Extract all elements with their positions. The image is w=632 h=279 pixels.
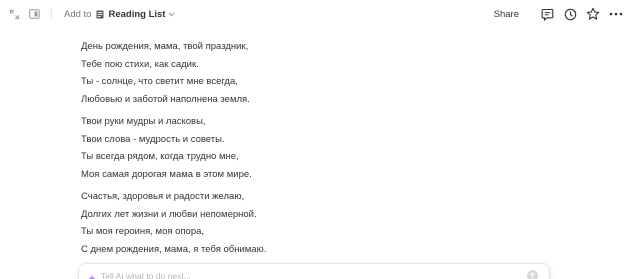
text-line[interactable]: С днем рождения, мама, я тебя обнимаю.	[81, 241, 541, 259]
top-bar-right: Share	[494, 0, 632, 28]
text-line[interactable]: Тебе пою стихи, как садик.	[81, 56, 541, 74]
top-bar: Add to Reading List Share	[0, 0, 632, 28]
text-line[interactable]: Любовью и заботой наполнена земля.	[81, 91, 541, 109]
ai-prompt-input[interactable]	[101, 270, 501, 279]
ai-sparkle-icon	[88, 271, 98, 279]
comments-icon[interactable]	[539, 6, 555, 22]
database-selector[interactable]: Reading List	[95, 9, 175, 20]
database-name: Reading List	[108, 8, 166, 20]
text-line[interactable]: Твои руки мудры и ласковы,	[81, 113, 541, 131]
side-peek-icon[interactable]	[27, 7, 41, 21]
stanza-3[interactable]: Счастья, здоровья и радости желаю, Долги…	[81, 188, 541, 258]
top-bar-left: Add to Reading List	[0, 0, 175, 28]
stanza-1[interactable]: День рождения, мама, твой праздник, Тебе…	[81, 38, 541, 108]
ai-prompt-bar	[79, 264, 549, 279]
send-icon[interactable]	[527, 270, 538, 279]
text-line[interactable]: Ты моя героиня, моя опора,	[81, 223, 541, 241]
text-line[interactable]: Счастья, здоровья и радости желаю,	[81, 188, 541, 206]
text-line[interactable]: Ты - солнце, что светит мне всегда,	[81, 73, 541, 91]
text-line[interactable]: День рождения, мама, твой праздник,	[81, 38, 541, 56]
stanza-2[interactable]: Твои руки мудры и ласковы, Твои слова - …	[81, 113, 541, 183]
text-line[interactable]: Моя самая дорогая мама в этом мире.	[81, 166, 541, 184]
text-line[interactable]: Долгих лет жизни и любви непомерной.	[81, 206, 541, 224]
add-to-label: Add to	[64, 8, 92, 20]
notion-page: Add to Reading List Share День рождения,…	[0, 0, 632, 279]
page-content: День рождения, мама, твой праздник, Тебе…	[81, 38, 541, 277]
more-icon[interactable]	[608, 6, 624, 22]
text-line[interactable]: Ты всегда рядом, когда трудно мне,	[81, 148, 541, 166]
text-line[interactable]: Твои слова - мудрость и советы.	[81, 131, 541, 149]
chevron-down-icon	[168, 12, 175, 17]
updates-clock-icon[interactable]	[562, 6, 578, 22]
share-button[interactable]: Share	[494, 9, 519, 20]
expand-icon[interactable]	[7, 7, 21, 21]
database-icon	[95, 9, 105, 19]
favorite-star-icon[interactable]	[585, 6, 601, 22]
divider	[51, 8, 52, 20]
